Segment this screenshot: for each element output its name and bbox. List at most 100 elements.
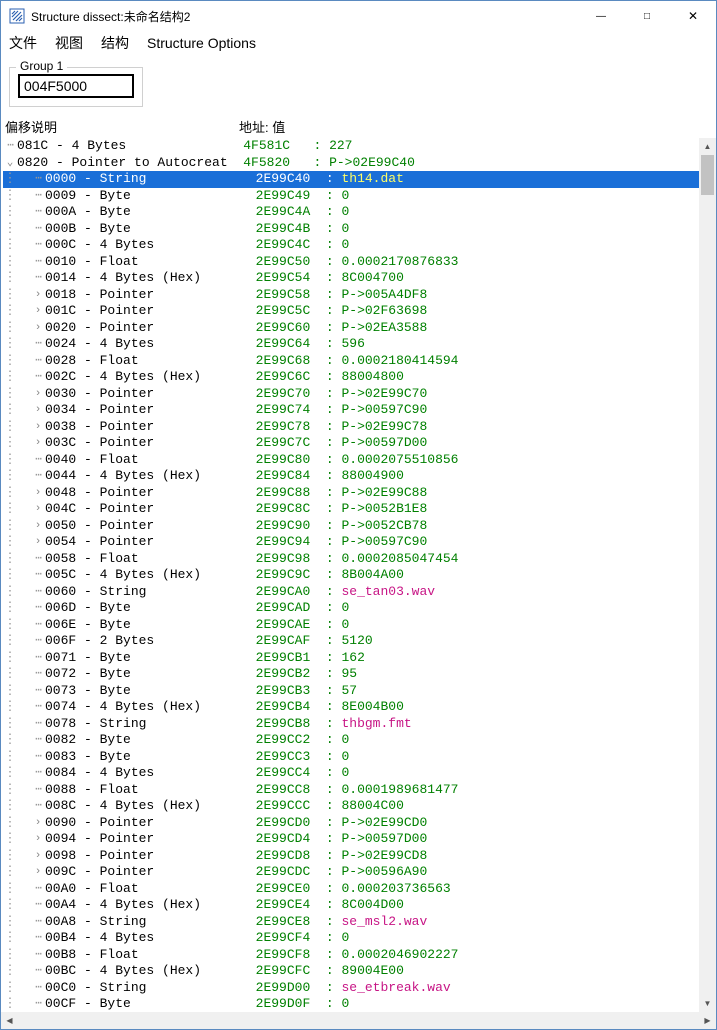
maximize-button[interactable]: □ (624, 1, 670, 31)
tree-row[interactable]: ⋮⋯00A8 - String 2E99CE8 : se_msl2.wav (3, 914, 699, 931)
tree-row[interactable]: ⋮⋯0014 - 4 Bytes (Hex) 2E99C54 : 8C00470… (3, 270, 699, 287)
tree-row[interactable]: ⋮⋯00A4 - 4 Bytes (Hex) 2E99CE4 : 8C004D0… (3, 897, 699, 914)
column-address-value[interactable]: 地址: 值 (239, 117, 716, 136)
tree-expand-icon[interactable]: › (31, 864, 45, 881)
scroll-down-button[interactable]: ▼ (699, 995, 716, 1012)
tree-row[interactable]: ⋮›003C - Pointer 2E99C7C : P->00597D00 (3, 435, 699, 452)
value-label: 0 (341, 617, 349, 634)
hscroll-track[interactable] (18, 1012, 699, 1029)
address-input[interactable] (18, 74, 134, 98)
tree-row[interactable]: ⋮⋯0082 - Byte 2E99CC2 : 0 (3, 732, 699, 749)
tree-expand-icon[interactable]: › (31, 303, 45, 320)
tree-row[interactable]: ⋮›0098 - Pointer 2E99CD8 : P->02E99CD8 (3, 848, 699, 865)
tree-row[interactable]: ⋮⋯000B - Byte 2E99C4B : 0 (3, 221, 699, 238)
tree-branch-line: ⋮ (3, 930, 17, 947)
tree-expand-icon[interactable]: › (31, 485, 45, 502)
tree-expand-icon[interactable]: › (31, 815, 45, 832)
tree-row[interactable]: ⋮›0034 - Pointer 2E99C74 : P->00597C90 (3, 402, 699, 419)
scroll-up-button[interactable]: ▲ (699, 138, 716, 155)
tree-row[interactable]: ⋮›0090 - Pointer 2E99CD0 : P->02E99CD0 (3, 815, 699, 832)
tree-row[interactable]: ⋮⋯008C - 4 Bytes (Hex) 2E99CCC : 88004C0… (3, 798, 699, 815)
tree-expand-icon[interactable]: ⌄ (3, 155, 17, 172)
tree-row[interactable]: ⋮⋯0078 - String 2E99CB8 : thbgm.fmt (3, 716, 699, 733)
tree-expand-icon[interactable]: › (31, 518, 45, 535)
tree-branch-line: ⋮ (3, 633, 17, 650)
structure-tree[interactable]: ⋯081C - 4 Bytes 4F581C : 227⌄0820 - Poin… (1, 138, 699, 1012)
tree-row[interactable]: ⋮⋯000C - 4 Bytes 2E99C4C : 0 (3, 237, 699, 254)
tree-row[interactable]: ⋮⋯00BC - 4 Bytes (Hex) 2E99CFC : 89004E0… (3, 963, 699, 980)
tree-row[interactable]: ⋮⋯0010 - Float 2E99C50 : 0.0002170876833 (3, 254, 699, 271)
tree-row[interactable]: ⋯081C - 4 Bytes 4F581C : 227 (3, 138, 699, 155)
scroll-track[interactable] (699, 155, 716, 995)
tree-row[interactable]: ⋮⋯0024 - 4 Bytes 2E99C64 : 596 (3, 336, 699, 353)
menu-file[interactable]: 文件 (9, 33, 37, 53)
tree-row[interactable]: ⋮⋯0073 - Byte 2E99CB3 : 57 (3, 683, 699, 700)
tree-row[interactable]: ⋮›0094 - Pointer 2E99CD4 : P->00597D00 (3, 831, 699, 848)
tree-expand-icon[interactable]: › (31, 435, 45, 452)
titlebar[interactable]: Structure dissect:未命名结构2 — □ ✕ (1, 1, 716, 31)
tree-row[interactable]: ⋮⋯0088 - Float 2E99CC8 : 0.0001989681477 (3, 782, 699, 799)
tree-row[interactable]: ⋮›004C - Pointer 2E99C8C : P->0052B1E8 (3, 501, 699, 518)
tree-row[interactable]: ⋮⋯00B4 - 4 Bytes 2E99CF4 : 0 (3, 930, 699, 947)
tree-row[interactable]: ⋮⋯00CF - Byte 2E99D0F : 0 (3, 996, 699, 1012)
group-legend: Group 1 (16, 59, 67, 73)
tree-row[interactable]: ⋮⋯000A - Byte 2E99C4A : 0 (3, 204, 699, 221)
tree-row[interactable]: ⌄0820 - Pointer to Autocreat 4F5820 : P-… (3, 155, 699, 172)
tree-row[interactable]: ⋮›009C - Pointer 2E99CDC : P->00596A90 (3, 864, 699, 881)
tree-row[interactable]: ⋮⋯0028 - Float 2E99C68 : 0.0002180414594 (3, 353, 699, 370)
tree-row[interactable]: ⋮›0054 - Pointer 2E99C94 : P->00597C90 (3, 534, 699, 551)
address-label: 2E99CB4 : (256, 699, 342, 716)
horizontal-scrollbar[interactable]: ◀ ▶ (1, 1012, 716, 1029)
offset-label: 002C - 4 Bytes (Hex) (45, 369, 256, 386)
column-offset[interactable]: 偏移说明 (5, 117, 239, 136)
tree-row[interactable]: ⋮⋯00B8 - Float 2E99CF8 : 0.0002046902227 (3, 947, 699, 964)
address-label: 2E99C58 : (256, 287, 342, 304)
menu-options[interactable]: Structure Options (147, 35, 256, 51)
tree-row[interactable]: ⋮⋯0084 - 4 Bytes 2E99CC4 : 0 (3, 765, 699, 782)
tree-expand-icon[interactable]: › (31, 419, 45, 436)
scroll-thumb[interactable] (701, 155, 714, 195)
address-label: 2E99CAD : (256, 600, 342, 617)
tree-row[interactable]: ⋮⋯00A0 - Float 2E99CE0 : 0.000203736563 (3, 881, 699, 898)
scroll-left-button[interactable]: ◀ (1, 1012, 18, 1029)
tree-row[interactable]: ⋮⋯0009 - Byte 2E99C49 : 0 (3, 188, 699, 205)
vertical-scrollbar[interactable]: ▲ ▼ (699, 138, 716, 1012)
tree-expand-icon[interactable]: › (31, 402, 45, 419)
tree-row[interactable]: ⋮⋯0000 - String 2E99C40 : th14.dat (3, 171, 699, 188)
tree-row[interactable]: ⋮⋯006D - Byte 2E99CAD : 0 (3, 600, 699, 617)
tree-row[interactable]: ⋮⋯00C0 - String 2E99D00 : se_etbreak.wav (3, 980, 699, 997)
tree-row[interactable]: ⋮⋯006E - Byte 2E99CAE : 0 (3, 617, 699, 634)
tree-expand-icon[interactable]: › (31, 848, 45, 865)
tree-row[interactable]: ⋮›0050 - Pointer 2E99C90 : P->0052CB78 (3, 518, 699, 535)
tree-row[interactable]: ⋮›0048 - Pointer 2E99C88 : P->02E99C88 (3, 485, 699, 502)
menu-structure[interactable]: 结构 (101, 33, 129, 53)
tree-row[interactable]: ⋮⋯0044 - 4 Bytes (Hex) 2E99C84 : 8800490… (3, 468, 699, 485)
tree-row[interactable]: ⋮⋯005C - 4 Bytes (Hex) 2E99C9C : 8B004A0… (3, 567, 699, 584)
tree-expand-icon[interactable]: › (31, 287, 45, 304)
tree-row[interactable]: ⋮›0018 - Pointer 2E99C58 : P->005A4DF8 (3, 287, 699, 304)
scroll-right-button[interactable]: ▶ (699, 1012, 716, 1029)
tree-row[interactable]: ⋮⋯006F - 2 Bytes 2E99CAF : 5120 (3, 633, 699, 650)
close-button[interactable]: ✕ (670, 1, 716, 31)
tree-expand-icon[interactable]: › (31, 534, 45, 551)
tree-row[interactable]: ⋮⋯0060 - String 2E99CA0 : se_tan03.wav (3, 584, 699, 601)
tree-row[interactable]: ⋮⋯0071 - Byte 2E99CB1 : 162 (3, 650, 699, 667)
tree-row[interactable]: ⋮›0038 - Pointer 2E99C78 : P->02E99C78 (3, 419, 699, 436)
tree-expand-icon[interactable]: › (31, 831, 45, 848)
menu-view[interactable]: 视图 (55, 33, 83, 53)
tree-row[interactable]: ⋮›0020 - Pointer 2E99C60 : P->02EA3588 (3, 320, 699, 337)
tree-expand-icon[interactable]: › (31, 386, 45, 403)
tree-branch-line: ⋮ (3, 666, 17, 683)
tree-row[interactable]: ⋮⋯002C - 4 Bytes (Hex) 2E99C6C : 8800480… (3, 369, 699, 386)
tree-row[interactable]: ⋮⋯0083 - Byte 2E99CC3 : 0 (3, 749, 699, 766)
tree-row[interactable]: ⋮⋯0058 - Float 2E99C98 : 0.0002085047454 (3, 551, 699, 568)
value-label: P->00597C90 (341, 402, 427, 419)
tree-expand-icon[interactable]: › (31, 501, 45, 518)
tree-row[interactable]: ⋮›001C - Pointer 2E99C5C : P->02F63698 (3, 303, 699, 320)
tree-row[interactable]: ⋮⋯0074 - 4 Bytes (Hex) 2E99CB4 : 8E004B0… (3, 699, 699, 716)
tree-row[interactable]: ⋮⋯0072 - Byte 2E99CB2 : 95 (3, 666, 699, 683)
tree-expand-icon[interactable]: › (31, 320, 45, 337)
tree-row[interactable]: ⋮⋯0040 - Float 2E99C80 : 0.0002075510856 (3, 452, 699, 469)
tree-row[interactable]: ⋮›0030 - Pointer 2E99C70 : P->02E99C70 (3, 386, 699, 403)
minimize-button[interactable]: — (578, 1, 624, 31)
